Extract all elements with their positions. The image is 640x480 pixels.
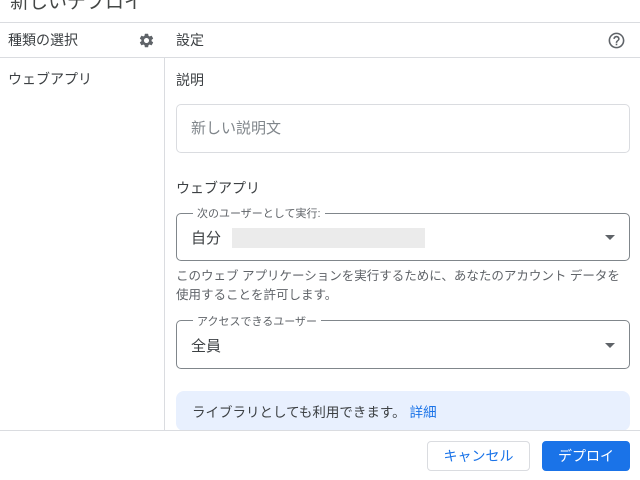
description-label: 説明 bbox=[176, 72, 204, 88]
dialog-title: 新しいデプロイ bbox=[10, 0, 144, 13]
sidebar-item-web-app[interactable]: ウェブアプリ bbox=[0, 58, 164, 100]
deploy-button[interactable]: デプロイ bbox=[542, 440, 630, 471]
deployment-type-sidebar: ウェブアプリ bbox=[0, 58, 164, 430]
execute-as-helper-text: このウェブ アプリケーションを実行するために、あなたのアカウント データを使用す… bbox=[176, 269, 620, 303]
chevron-down-icon bbox=[605, 235, 615, 240]
header-right-section: 設定 bbox=[164, 23, 640, 57]
dialog-header: 種類の選択 設定 bbox=[0, 22, 640, 58]
execute-as-select[interactable]: 次のユーザーとして実行: 自分 bbox=[176, 205, 630, 261]
execute-as-row: 自分 bbox=[191, 227, 615, 248]
cancel-button[interactable]: キャンセル bbox=[427, 440, 530, 471]
access-legend: アクセスできるユーザー bbox=[197, 315, 318, 328]
gear-icon[interactable] bbox=[136, 30, 156, 50]
dialog-footer: キャンセル デプロイ bbox=[0, 431, 640, 480]
web-app-section-title: ウェブアプリ bbox=[176, 180, 260, 196]
chevron-down-icon bbox=[605, 342, 615, 348]
description-input[interactable] bbox=[176, 104, 630, 153]
redacted-email-block bbox=[232, 227, 426, 248]
access-value: 全員 bbox=[191, 337, 222, 355]
access-row: 全員 bbox=[191, 335, 615, 356]
header-left-section: 種類の選択 bbox=[0, 23, 164, 57]
execute-as-legend: 次のユーザーとして実行: bbox=[197, 208, 321, 220]
help-icon[interactable] bbox=[606, 30, 626, 50]
library-info-text: ライブラリとしても利用できます。 bbox=[192, 404, 406, 420]
library-info-box: ライブラリとしても利用できます。 詳細 bbox=[176, 390, 630, 431]
select-type-heading: 種類の選択 bbox=[8, 32, 78, 48]
execute-as-value: 自分 bbox=[191, 230, 222, 247]
access-select[interactable]: アクセスできるユーザー 全員 bbox=[176, 312, 630, 369]
settings-heading: 設定 bbox=[176, 32, 204, 48]
settings-panel: 説明 ウェブアプリ 次のユーザーとして実行: 自分 このウェブ アプリケーション… bbox=[165, 58, 640, 431]
details-link[interactable]: 詳細 bbox=[410, 401, 437, 421]
